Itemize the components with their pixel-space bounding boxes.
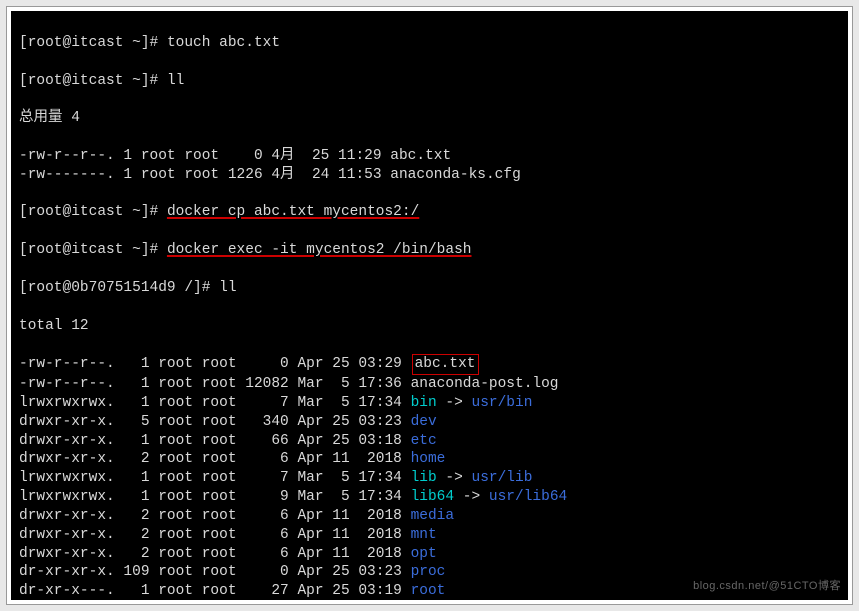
ls-row: -rw-r--r--. 1 root root 12082 Mar 5 17:3… [19, 375, 840, 394]
screenshot-frame: [root@itcast ~]# touch abc.txt [root@itc… [0, 0, 859, 611]
ls-row: drwxr-xr-x. 2 root root 6 Apr 11 2018 ho… [19, 450, 840, 469]
symlink-target: usr/lib64 [489, 489, 567, 505]
ls-row: lrwxrwxrwx. 1 root root 9 Mar 5 17:34 li… [19, 488, 840, 507]
file-name: mnt [411, 527, 437, 543]
file-name: home [411, 451, 446, 467]
cmd-line: [root@itcast ~]# docker cp abc.txt mycen… [19, 203, 840, 222]
watermark: blog.csdn.net/@51CTO博客 [693, 579, 841, 593]
file-name: dev [411, 414, 437, 430]
cmd-line: [root@itcast ~]# ll [19, 72, 840, 91]
file-name: opt [411, 546, 437, 562]
ls-row: drwxr-xr-x. 2 root root 6 Apr 11 2018 mn… [19, 526, 840, 545]
file-name: lib [411, 470, 437, 486]
ls-row: -rw-r--r--. 1 root root 0 4月 25 11:29 ab… [19, 147, 840, 166]
ls-row: lrwxrwxrwx. 1 root root 7 Mar 5 17:34 bi… [19, 394, 840, 413]
ls-total: total 12 [19, 317, 840, 336]
file-name: abc.txt [412, 354, 479, 375]
ls-row: drwxr-xr-x. 2 root root 6 Apr 11 2018 me… [19, 507, 840, 526]
file-name: proc [411, 564, 446, 580]
file-name: lib64 [411, 489, 455, 505]
file-name: root [411, 583, 446, 599]
file-name: bin [411, 395, 437, 411]
symlink-target: usr/bin [472, 395, 533, 411]
cmd-line: [root@itcast ~]# docker exec -it mycento… [19, 241, 840, 260]
ls-row: lrwxrwxrwx. 1 root root 7 Mar 5 17:34 li… [19, 469, 840, 488]
terminal[interactable]: [root@itcast ~]# touch abc.txt [root@itc… [11, 11, 848, 600]
symlink-target: usr/lib [472, 470, 533, 486]
cmd-line: [root@0b70751514d9 /]# ll [19, 279, 840, 298]
cmd-line: [root@itcast ~]# touch abc.txt [19, 34, 840, 53]
file-name: etc [411, 433, 437, 449]
file-name: media [411, 508, 455, 524]
file-name: anaconda-post.log [411, 376, 559, 392]
ls-row: drwxr-xr-x. 2 root root 6 Apr 11 2018 op… [19, 545, 840, 564]
ls-row: drwxr-xr-x. 5 root root 340 Apr 25 03:23… [19, 413, 840, 432]
window-border: [root@itcast ~]# touch abc.txt [root@itc… [6, 6, 853, 605]
ls-row: -rw-------. 1 root root 1226 4月 24 11:53… [19, 166, 840, 185]
ls-row: drwxr-xr-x. 1 root root 66 Apr 25 03:18 … [19, 432, 840, 451]
ls-row: -rw-r--r--. 1 root root 0 Apr 25 03:29 a… [19, 354, 840, 375]
ls-header: 总用量 4 [19, 109, 840, 128]
